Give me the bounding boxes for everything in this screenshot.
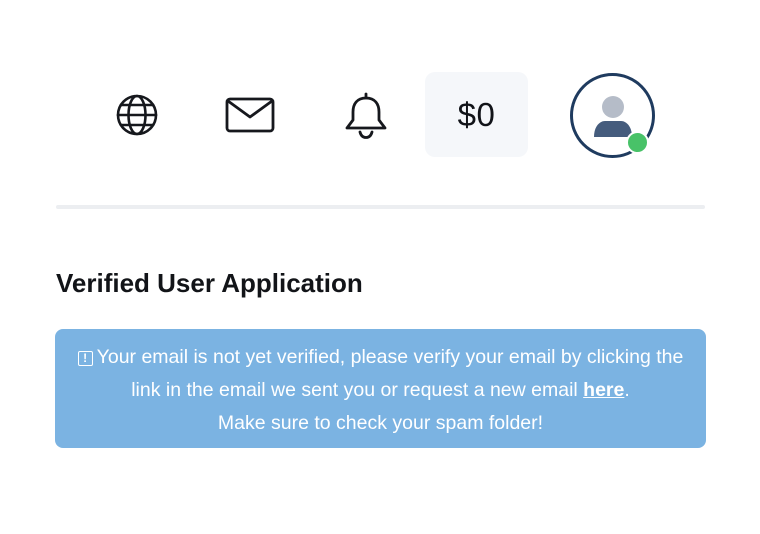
email-verification-alert: ! Your email is not yet verified, please … bbox=[55, 329, 706, 448]
bell-icon bbox=[345, 92, 387, 139]
alert-punctuation: . bbox=[624, 379, 630, 401]
request-new-email-link[interactable]: here bbox=[583, 379, 624, 401]
language-button[interactable] bbox=[105, 83, 169, 147]
messages-button[interactable] bbox=[218, 83, 282, 147]
exclamation-icon: ! bbox=[77, 351, 93, 366]
notifications-button[interactable] bbox=[334, 83, 398, 147]
top-navigation-bar: $0 bbox=[0, 72, 760, 158]
alert-spam-note: Make sure to check your spam folder! bbox=[217, 412, 544, 434]
balance-amount: $0 bbox=[457, 95, 496, 133]
mail-icon bbox=[225, 97, 275, 133]
page-title: Verified User Application bbox=[56, 268, 363, 298]
online-status-indicator bbox=[626, 131, 649, 154]
globe-icon bbox=[116, 94, 158, 136]
header-divider bbox=[56, 205, 705, 209]
balance-button[interactable]: $0 bbox=[425, 72, 528, 157]
user-menu-button[interactable] bbox=[570, 73, 655, 158]
